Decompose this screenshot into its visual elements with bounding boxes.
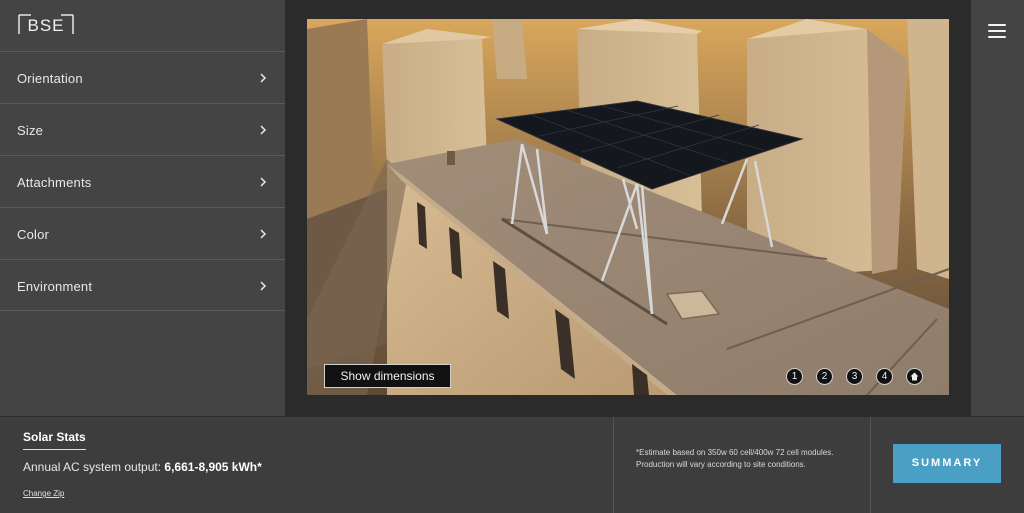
stats-title: Solar Stats xyxy=(23,430,86,450)
hamburger-icon[interactable] xyxy=(988,24,1006,38)
camera-view-buttons: 1 2 3 4 xyxy=(786,368,923,385)
view-4-button[interactable]: 4 xyxy=(876,368,893,385)
menu-item-orientation[interactable]: Orientation xyxy=(0,51,285,103)
solar-stats-bar: Solar Stats Annual AC system output: 6,6… xyxy=(0,416,1024,513)
chevron-right-icon xyxy=(260,229,267,239)
divider xyxy=(870,417,871,513)
top-right-panel xyxy=(971,0,1024,416)
summary-button[interactable]: SUMMARY xyxy=(893,444,1001,483)
menu-item-size[interactable]: Size xyxy=(0,103,285,155)
view-1-button[interactable]: 1 xyxy=(786,368,803,385)
view-3-button[interactable]: 3 xyxy=(846,368,863,385)
rooftop-scene xyxy=(307,19,949,395)
chevron-right-icon xyxy=(260,125,267,135)
annual-output: Annual AC system output: 6,661-8,905 kWh… xyxy=(23,460,262,474)
chevron-right-icon xyxy=(260,177,267,187)
output-value: 6,661-8,905 kWh* xyxy=(164,460,262,474)
chevron-right-icon xyxy=(260,281,267,291)
menu-item-label: Attachments xyxy=(17,175,92,190)
bse-logo[interactable]: BSE xyxy=(17,12,75,38)
view-2-button[interactable]: 2 xyxy=(816,368,833,385)
app: BSE Orientation Size Attachments Color E… xyxy=(0,0,1024,513)
home-icon xyxy=(910,372,919,381)
menu-item-color[interactable]: Color xyxy=(0,207,285,259)
menu-item-label: Size xyxy=(17,123,44,138)
sidebar: BSE Orientation Size Attachments Color E… xyxy=(0,0,285,416)
config-menu: Orientation Size Attachments Color Envir… xyxy=(0,51,285,311)
logo-text: BSE xyxy=(27,16,64,35)
menu-item-attachments[interactable]: Attachments xyxy=(0,155,285,207)
chevron-right-icon xyxy=(260,73,267,83)
menu-item-label: Color xyxy=(17,227,50,242)
change-zip-link[interactable]: Change Zip xyxy=(23,489,64,498)
output-label: Annual AC system output: xyxy=(23,460,165,474)
home-view-button[interactable] xyxy=(906,368,923,385)
show-dimensions-button[interactable]: Show dimensions xyxy=(324,364,451,388)
menu-item-environment[interactable]: Environment xyxy=(0,259,285,311)
menu-item-label: Orientation xyxy=(17,71,83,86)
estimate-note: *Estimate based on 350w 60 cell/400w 72 … xyxy=(636,448,834,469)
divider xyxy=(613,417,614,513)
3d-scene-canvas[interactable] xyxy=(307,19,949,395)
menu-item-label: Environment xyxy=(17,279,93,294)
